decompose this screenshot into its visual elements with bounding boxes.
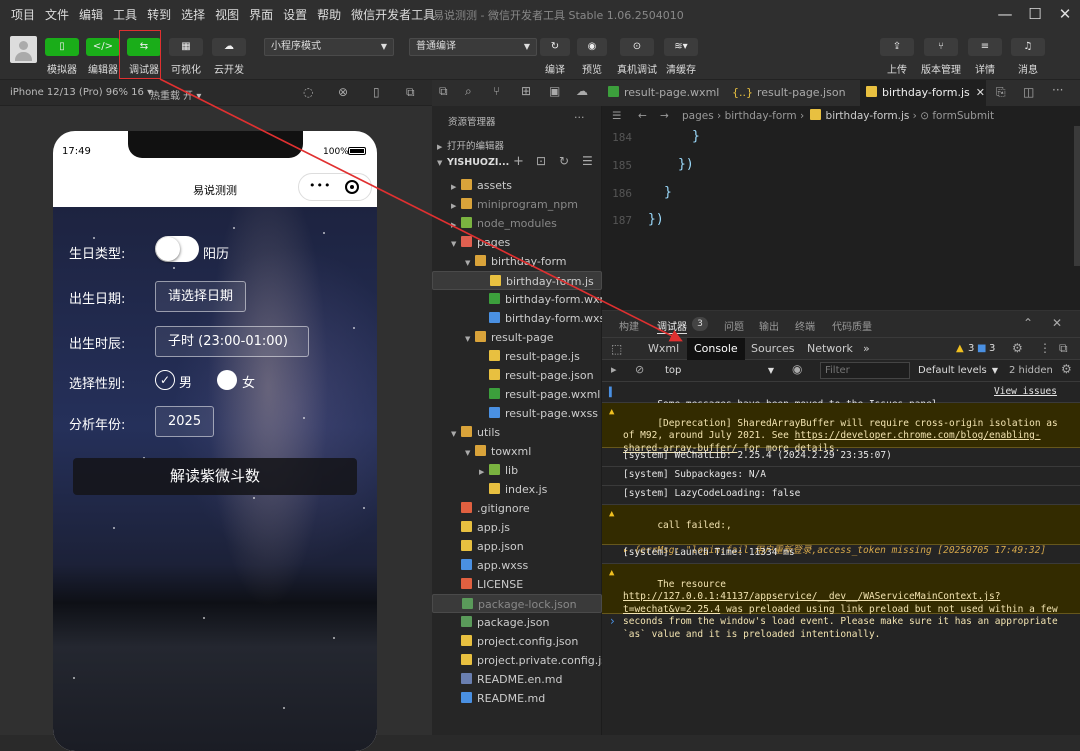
annotation-arrow xyxy=(159,78,683,342)
